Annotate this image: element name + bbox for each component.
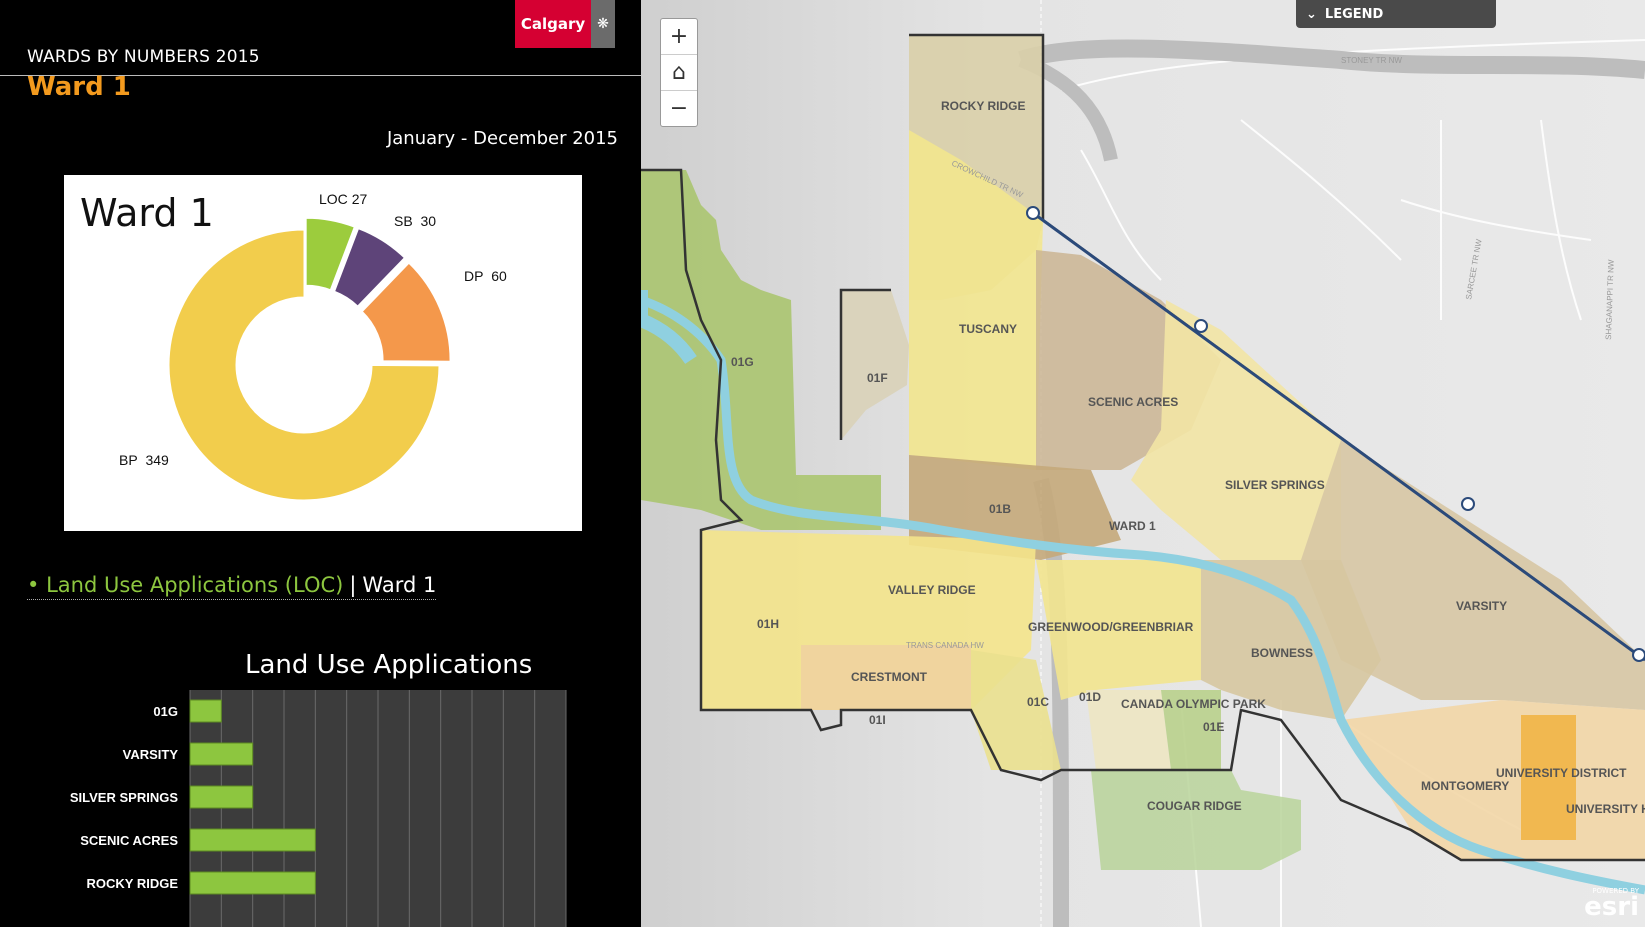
map-canvas[interactable]: STONEY TR NW CROWCHILD TR NW SARCEE TR N… — [641, 0, 1645, 927]
chevron-down-icon: ⌄ — [1306, 6, 1317, 22]
bar-rocky-ridge[interactable] — [189, 871, 316, 895]
zoom-in-button[interactable]: + — [661, 19, 697, 55]
bar-silver-springs[interactable] — [189, 785, 254, 809]
bar-category-label: SCENIC ACRES — [80, 833, 178, 848]
bar-category-label: SILVER SPRINGS — [70, 790, 178, 805]
label-montgomery: MONTGOMERY — [1421, 779, 1509, 793]
legend-toggle-button[interactable]: ⌄ LEGEND — [1296, 0, 1496, 28]
label-valley-ridge: VALLEY RIDGE — [888, 583, 976, 597]
label-university-district: UNIVERSITY DISTRICT — [1496, 766, 1627, 780]
zoom-out-button[interactable]: − — [661, 91, 697, 126]
road-label-transcanada: TRANS CANADA HW — [906, 641, 984, 650]
bar-varsity[interactable] — [189, 742, 254, 766]
calgary-logo: Calgary ❋ — [515, 0, 615, 48]
transit-station-icon[interactable] — [1026, 206, 1040, 220]
section-link-row: • Land Use Applications (LOC) | Ward 1 — [27, 573, 437, 600]
label-silver-springs: SILVER SPRINGS — [1225, 478, 1325, 492]
transit-station-icon[interactable] — [1194, 319, 1208, 333]
sidebar-panel: Calgary ❋ WARDS BY NUMBERS 2015 Ward 1 J… — [0, 0, 641, 927]
donut-chart — [168, 217, 451, 501]
donut-slice-bp[interactable] — [168, 229, 440, 501]
label-rocky-ridge: ROCKY RIDGE — [941, 99, 1025, 113]
label-01d: 01D — [1079, 690, 1101, 704]
label-tuscany: TUSCANY — [959, 322, 1017, 336]
bar-chart: 01G VARSITY SILVER SPRINGS SCENIC ACRES ROCK… — [70, 690, 567, 927]
label-bowness: BOWNESS — [1251, 646, 1313, 660]
bar-01g[interactable] — [189, 699, 222, 723]
bar-chart-title: Land Use Applications — [245, 650, 533, 680]
app-title: WARDS BY NUMBERS 2015 — [27, 47, 260, 67]
calgary-logo-text: Calgary — [515, 0, 591, 48]
bar-category-label: ROCKY RIDGE — [87, 876, 179, 891]
slice-label-bp: BP 349 — [119, 452, 169, 468]
land-use-applications-link[interactable]: • Land Use Applications (LOC) — [27, 573, 343, 597]
legend-label: LEGEND — [1324, 6, 1384, 22]
label-university-h: UNIVERSITY H — [1566, 802, 1645, 816]
label-ward1: WARD 1 — [1109, 519, 1156, 533]
ward-title: Ward 1 — [27, 72, 131, 102]
road-label-stoney: STONEY TR NW — [1341, 56, 1402, 65]
label-01h: 01H — [757, 617, 779, 631]
bar-category-label: VARSITY — [123, 747, 179, 762]
label-crestmont: CRESTMONT — [851, 670, 928, 684]
label-cougar-ridge: COUGAR RIDGE — [1147, 799, 1242, 813]
label-greenwood: GREENWOOD/GREENBRIAR — [1028, 620, 1194, 634]
label-01e: 01E — [1203, 720, 1224, 734]
slice-label-dp: DP 60 — [464, 268, 507, 284]
slice-label-sb: SB 30 — [394, 213, 437, 229]
label-01f: 01F — [867, 371, 888, 385]
home-button[interactable]: ⌂ — [661, 55, 697, 91]
crest-icon: ❋ — [591, 0, 615, 48]
label-01b: 01B — [989, 502, 1011, 516]
label-canada-olympic-park: CANADA OLYMPIC PARK — [1121, 697, 1266, 711]
section-ward-label: Ward 1 — [362, 573, 437, 597]
date-range: January - December 2015 — [386, 128, 618, 149]
bar-category-label: 01G — [153, 704, 178, 719]
label-01g: 01G — [731, 355, 754, 369]
transit-station-icon[interactable] — [1632, 648, 1645, 662]
esri-logo: POWERED BY esri — [1579, 887, 1639, 921]
label-01i: 01I — [869, 713, 886, 727]
bar-scenic-acres[interactable] — [189, 828, 316, 852]
label-varsity: VARSITY — [1456, 599, 1507, 613]
slice-label-loc: LOC 27 — [319, 191, 368, 207]
zoom-controls: + ⌂ − — [660, 18, 698, 127]
map-view[interactable]: STONEY TR NW CROWCHILD TR NW SARCEE TR N… — [641, 0, 1645, 927]
esri-wordmark: esri — [1584, 892, 1639, 922]
label-scenic-acres: SCENIC ACRES — [1088, 395, 1178, 409]
link-separator: | — [349, 573, 357, 597]
donut-chart-card: Ward 1 LOC 27 SB 30 DP 60 BP 349 — [64, 175, 582, 531]
label-01c: 01C — [1027, 695, 1049, 709]
transit-station-icon[interactable] — [1461, 497, 1475, 511]
